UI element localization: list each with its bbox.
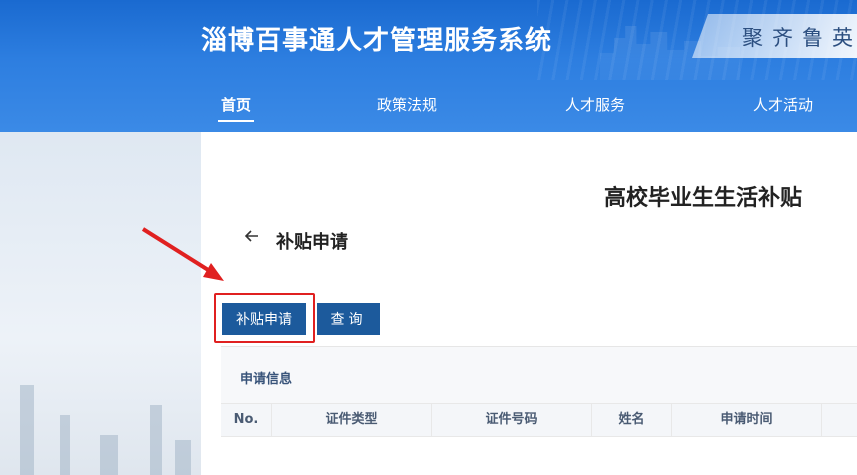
nav-item-home[interactable]: 首页 [217,94,255,122]
site-header: 淄博百事通人才管理服务系统 聚齐鲁英才 首页 政策法规 人才服务 人才活动 [0,0,857,132]
subsidy-apply-button[interactable]: 补贴申请 [222,303,306,335]
arrow-left-icon[interactable] [244,228,260,249]
background-building [175,440,191,475]
nav-item-policy[interactable]: 政策法规 [377,94,437,115]
nav-item-talent-activity[interactable]: 人才活动 [753,94,813,115]
column-header-name: 姓名 [592,404,672,436]
card-title: 申请信息 [240,372,293,387]
nav-item-talent-service[interactable]: 人才服务 [565,94,625,115]
card-header: 申请信息 [221,347,857,403]
main-nav: 首页 政策法规 人才服务 人才活动 [0,86,857,132]
column-header-apply-time: 申请时间 [672,404,822,436]
side-background [0,132,201,475]
column-header-no: No. [221,404,272,436]
page-title: 高校毕业生生活补贴 [604,186,803,211]
slogan-text: 聚齐鲁英才 [742,26,857,50]
main-panel: 高校毕业生生活补贴 补贴申请 补贴申请 查询 申请信息 No. 证件类型 证件号… [201,132,857,475]
section-heading: 补贴申请 [276,232,348,253]
query-button[interactable]: 查询 [317,303,380,335]
background-building [150,405,162,475]
column-header-id-type: 证件类型 [272,404,432,436]
background-building [60,415,70,475]
site-title[interactable]: 淄博百事通人才管理服务系统 [201,20,552,57]
background-building [20,385,34,475]
background-building [100,435,118,475]
table-header: No. 证件类型 证件号码 姓名 申请时间 [221,403,857,437]
application-info-card: 申请信息 No. 证件类型 证件号码 姓名 申请时间 [221,346,857,475]
column-header-id-number: 证件号码 [432,404,592,436]
